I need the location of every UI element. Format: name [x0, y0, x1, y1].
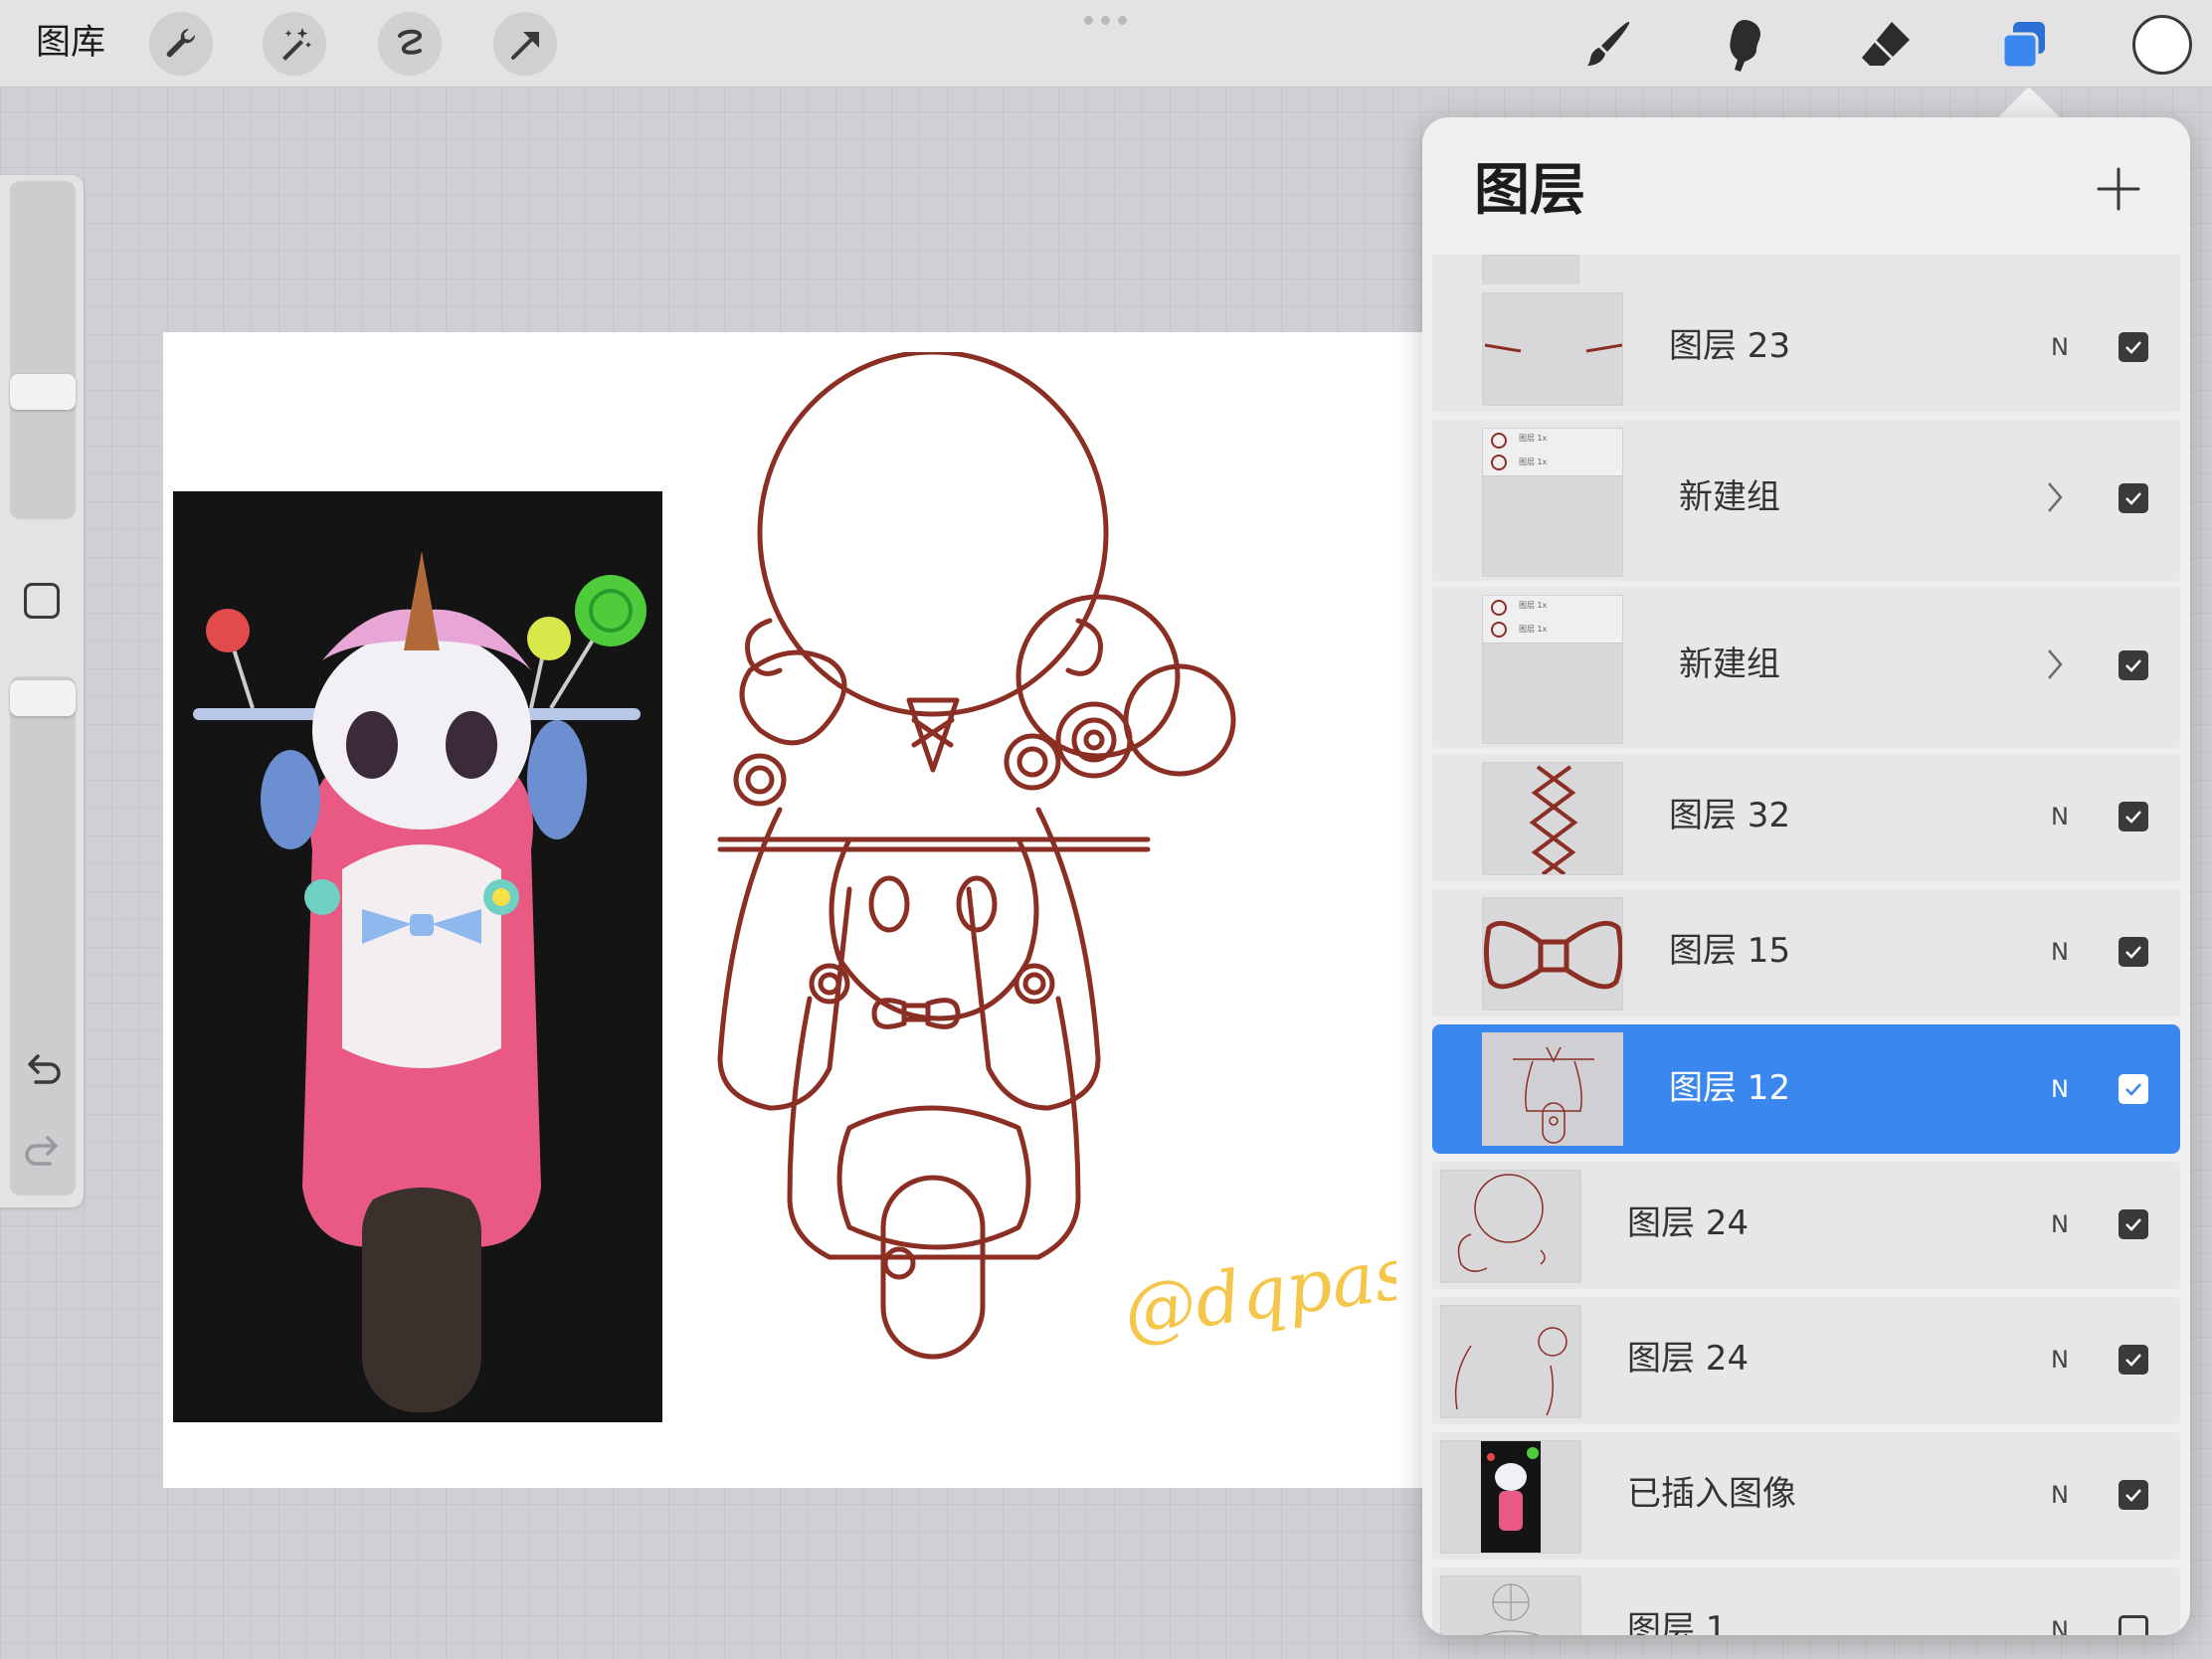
- checkmark-icon: [2125, 659, 2141, 672]
- checkmark-icon: [2125, 1354, 2141, 1367]
- group-thumbnail: 图层 1x 图层 1x: [1482, 595, 1623, 744]
- panel-title: 图层: [1474, 158, 1585, 223]
- group-thumb-label: 图层 1x: [1519, 458, 1548, 466]
- transform-button[interactable]: [493, 12, 557, 76]
- group-thumbnail: 图层 1x 图层 1x: [1482, 428, 1623, 577]
- layer-row-selected[interactable]: 图层 12 N: [1432, 1024, 2180, 1154]
- visibility-checkbox-unchecked[interactable]: [2119, 1615, 2148, 1635]
- opacity-thumb[interactable]: [10, 680, 76, 716]
- redo-icon[interactable]: [22, 1132, 64, 1174]
- checkmark-icon: [2125, 811, 2141, 824]
- layer-name: 图层 1: [1627, 1609, 1728, 1635]
- layer-thumbnail: [1482, 762, 1623, 875]
- visibility-checkbox[interactable]: [2119, 650, 2148, 680]
- eraser-icon: [1862, 22, 1910, 66]
- drawing-canvas[interactable]: @dqpash: [163, 332, 1575, 1488]
- top-toolbar: 图库: [0, 0, 2212, 88]
- visibility-checkbox[interactable]: [2119, 483, 2148, 513]
- visibility-checkbox[interactable]: [2119, 1345, 2148, 1375]
- checkmark-icon: [2125, 492, 2141, 505]
- layer-thumbnail: [1440, 1170, 1581, 1283]
- chevron-right-icon[interactable]: [2039, 477, 2069, 517]
- layer-name: 图层 12: [1669, 1068, 1791, 1108]
- magic-wand-icon: [282, 28, 311, 61]
- blend-mode-button[interactable]: N: [2051, 1209, 2069, 1239]
- layer-row[interactable]: 图层 32 N: [1432, 754, 2180, 881]
- blend-mode-button[interactable]: N: [2051, 1345, 2069, 1375]
- layer-name: 图层 15: [1669, 931, 1791, 971]
- blend-mode-button[interactable]: N: [2051, 1074, 2069, 1104]
- transform-arrow-icon: [511, 32, 539, 60]
- checkmark-icon: [2125, 946, 2141, 959]
- add-layer-plus-icon[interactable]: [2089, 159, 2148, 219]
- visibility-checkbox[interactable]: [2119, 1074, 2148, 1104]
- layer-row[interactable]: 图层 1 N: [1432, 1567, 2180, 1635]
- eraser-tool-button[interactable]: [1854, 14, 1918, 78]
- group-thumb-label: 图层 1x: [1519, 601, 1548, 610]
- adjustments-button[interactable]: [263, 12, 326, 76]
- blend-mode-button[interactable]: N: [2051, 1615, 2069, 1635]
- layer-name: 新建组: [1679, 477, 1780, 517]
- signature-text: @dqpash: [1119, 1224, 1396, 1354]
- visibility-checkbox[interactable]: [2119, 332, 2148, 362]
- color-picker-button[interactable]: [2132, 15, 2192, 75]
- layers-panel: 图层 图层 23 N 图层 1x 图层 1x 新建组 图层 1x 图层 1x 新…: [1422, 117, 2190, 1635]
- blend-mode-button[interactable]: N: [2051, 1480, 2069, 1510]
- layer-name: 图层 23: [1669, 326, 1791, 366]
- layer-thumbnail: [1440, 1440, 1581, 1554]
- layer-group-row[interactable]: 图层 1x 图层 1x 新建组: [1432, 420, 2180, 581]
- layer-thumbnail: [1440, 1305, 1581, 1418]
- checkmark-icon: [2125, 341, 2141, 354]
- visibility-checkbox[interactable]: [2119, 1209, 2148, 1239]
- brush-icon: [1587, 21, 1630, 66]
- blend-mode-button[interactable]: N: [2051, 937, 2069, 967]
- layer-row[interactable]: 已插入图像 N: [1432, 1432, 2180, 1560]
- undo-icon[interactable]: [22, 1050, 64, 1092]
- actions-wrench-button[interactable]: [149, 12, 213, 76]
- layer-name: 新建组: [1679, 645, 1780, 684]
- checkmark-icon: [2125, 1083, 2141, 1096]
- drag-handle[interactable]: [1084, 16, 1127, 25]
- visibility-checkbox[interactable]: [2119, 937, 2148, 967]
- layer-row[interactable]: 图层 24 N: [1432, 1297, 2180, 1424]
- layer-row[interactable]: 图层 15 N: [1432, 889, 2180, 1016]
- brush-tool-button[interactable]: [1575, 14, 1639, 78]
- unicorn-lineart-drawing: @dqpash: [717, 352, 1396, 1360]
- selection-icon: [398, 29, 422, 55]
- layer-name: 图层 24: [1627, 1203, 1750, 1243]
- visibility-checkbox[interactable]: [2119, 802, 2148, 831]
- brush-size-slider[interactable]: [10, 181, 76, 519]
- group-thumb-label: 图层 1x: [1519, 434, 1548, 443]
- layer-name: 图层 24: [1627, 1339, 1750, 1379]
- wrench-icon: [166, 28, 196, 58]
- layer-thumbnail: [1440, 1575, 1581, 1635]
- layer-group-row[interactable]: 图层 1x 图层 1x 新建组: [1432, 587, 2180, 748]
- opacity-slider[interactable]: [10, 676, 76, 1196]
- visibility-checkbox[interactable]: [2119, 1480, 2148, 1510]
- layer-row[interactable]: 图层 24 N: [1432, 1162, 2180, 1289]
- checkmark-icon: [2125, 1218, 2141, 1231]
- chevron-right-icon[interactable]: [2039, 645, 2069, 684]
- smudge-icon: [1730, 20, 1760, 72]
- layer-name: 图层 32: [1669, 796, 1791, 835]
- blend-mode-button[interactable]: N: [2051, 802, 2069, 831]
- blend-mode-button[interactable]: N: [2051, 332, 2069, 362]
- checkmark-icon: [2125, 1489, 2141, 1502]
- reference-photo: [173, 491, 662, 1422]
- layer-row[interactable]: 图层 23 N: [1432, 284, 2180, 412]
- layers-tool-button[interactable]: [1993, 14, 2057, 78]
- brush-size-thumb[interactable]: [10, 374, 76, 410]
- layer-thumbnail: [1482, 292, 1623, 406]
- layer-thumbnail: [1482, 1032, 1623, 1146]
- selection-button[interactable]: [378, 12, 442, 76]
- left-sidebar: [0, 175, 84, 1207]
- gallery-button[interactable]: 图库: [36, 20, 105, 66]
- layers-icon: [2001, 22, 2045, 70]
- layer-name: 已插入图像: [1627, 1474, 1796, 1514]
- layer-thumbnail: [1482, 897, 1623, 1011]
- modify-button[interactable]: [24, 583, 60, 619]
- unicorn-scooter-image: [173, 491, 662, 1422]
- smudge-tool-button[interactable]: [1713, 14, 1776, 78]
- group-thumb-label: 图层 1x: [1519, 625, 1548, 634]
